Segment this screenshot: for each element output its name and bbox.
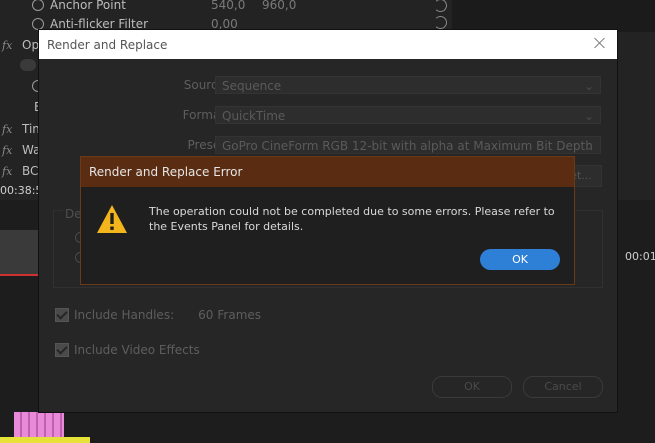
include-video-effects-label: Include Video Effects (74, 343, 200, 357)
dialog-ok-button[interactable]: OK (432, 376, 512, 398)
error-message: The operation could not be completed due… (149, 205, 555, 233)
format-select[interactable]: QuickTime ⌄ (215, 106, 601, 124)
include-video-effects-row[interactable]: Include Video Effects (55, 343, 200, 357)
include-video-effects-checkbox[interactable] (55, 343, 69, 357)
chevron-down-icon: ⌄ (583, 139, 594, 153)
property-label: Anchor Point (50, 0, 126, 12)
include-handles-row[interactable]: Include Handles: 60 Frames (55, 308, 261, 322)
source-select[interactable]: Sequence ⌄ (215, 76, 601, 94)
error-dialog: Render and Replace Error The operation c… (80, 156, 575, 285)
error-ok-button[interactable]: OK (480, 249, 560, 270)
include-handles-label: Include Handles: (74, 308, 175, 322)
dialog-title-bar[interactable]: Render and Replace (39, 30, 617, 59)
warning-icon (97, 205, 127, 233)
source-value: Sequence (222, 79, 282, 93)
fx-icon: fx (2, 143, 13, 157)
effect-row-time-remapping[interactable]: fx Tim (0, 118, 44, 140)
stopwatch-icon[interactable] (32, 0, 44, 11)
reset-icon[interactable] (434, 16, 447, 29)
fx-icon: fx (2, 38, 13, 52)
timeline-clip[interactable] (14, 412, 64, 437)
format-value: QuickTime (222, 109, 286, 123)
error-title-bar[interactable]: Render and Replace Error (81, 157, 574, 187)
preset-value: GoPro CineForm RGB 12-bit with alpha at … (222, 139, 593, 153)
keyframe-area (452, 0, 655, 32)
fx-icon: fx (2, 122, 13, 136)
close-icon[interactable] (593, 36, 607, 50)
handles-value[interactable]: 60 (198, 308, 213, 322)
effect-label: Wa (22, 143, 41, 157)
stopwatch-icon[interactable] (32, 18, 44, 30)
dialog-cancel-button[interactable]: Cancel (523, 376, 603, 398)
audio-waveform (0, 230, 38, 276)
property-label: Anti-flicker Filter (50, 17, 149, 31)
anti-flicker-value[interactable]: 0,00 (211, 17, 238, 31)
anchor-x-value[interactable]: 540,0 (211, 0, 245, 12)
fx-icon: fx (2, 164, 13, 178)
playhead-range-bar (0, 274, 38, 276)
preset-select[interactable]: GoPro CineForm RGB 12-bit with alpha at … (215, 136, 601, 154)
dialog-title: Render and Replace (47, 37, 168, 52)
handles-unit: Frames (217, 308, 262, 322)
mask-shape-button[interactable] (20, 54, 36, 76)
chevron-down-icon: ⌄ (583, 109, 594, 123)
effect-row-warp[interactable]: fx Wa (0, 139, 40, 161)
timeline-timecode: 00:01 (625, 250, 655, 263)
effect-label: BC (22, 164, 39, 178)
include-handles-checkbox[interactable] (55, 308, 69, 322)
error-title: Render and Replace Error (89, 165, 243, 179)
ellipse-mask-icon[interactable] (20, 59, 36, 71)
work-area-bar[interactable] (0, 437, 90, 443)
reset-icon[interactable] (434, 0, 447, 12)
chevron-down-icon: ⌄ (583, 79, 594, 93)
anchor-y-value[interactable]: 960,0 (262, 0, 296, 12)
